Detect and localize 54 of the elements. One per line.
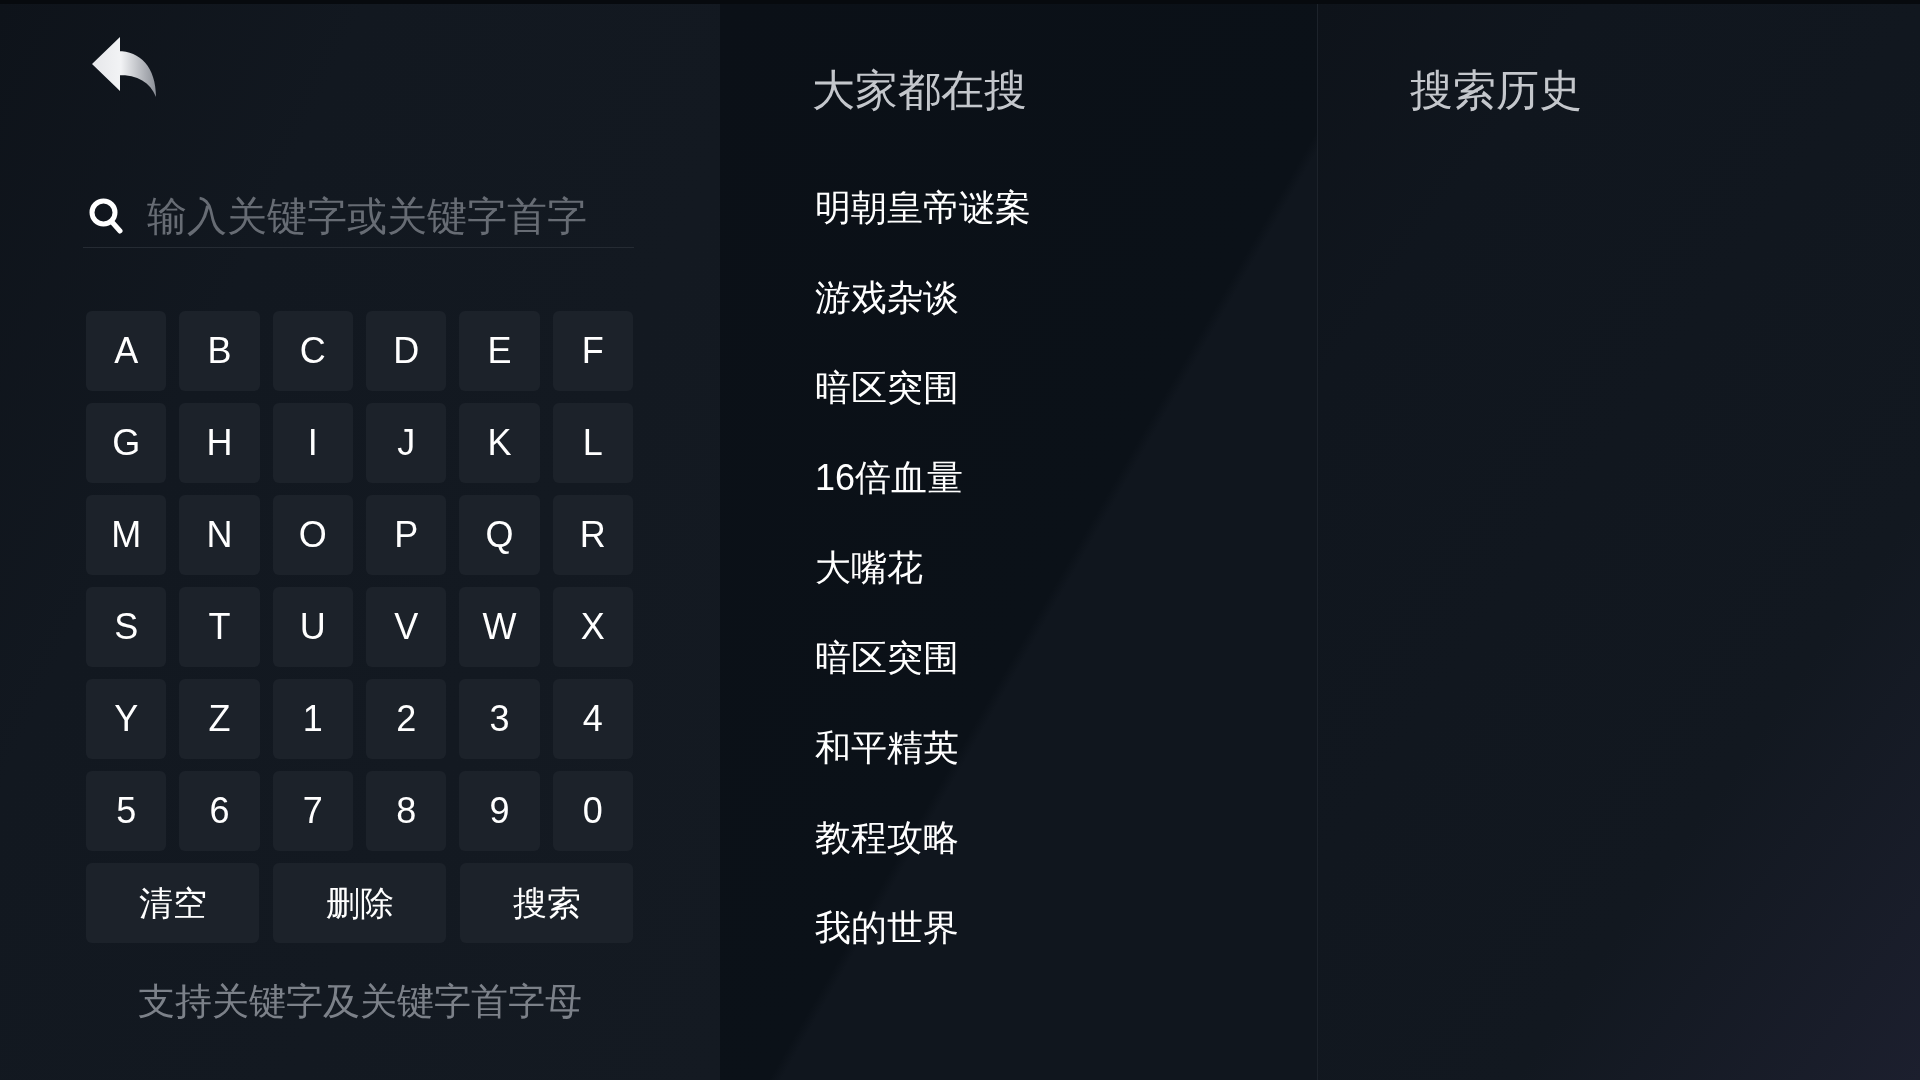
keyboard-key[interactable]: F [552, 311, 633, 391]
keyboard-key[interactable]: 4 [552, 679, 633, 759]
keyboard-key[interactable]: 2 [366, 679, 447, 759]
keyboard-key[interactable]: G [86, 403, 167, 483]
keyboard-key[interactable]: L [552, 403, 633, 483]
keyboard-key[interactable]: W [459, 587, 540, 667]
search-suggestion[interactable]: 和平精英 [815, 726, 959, 770]
keyboard-key[interactable]: T [179, 587, 260, 667]
hint-text: 支持关键字及关键字首字母 [137, 980, 582, 1024]
search-button[interactable]: 搜索 [460, 863, 633, 943]
keyboard-key[interactable]: I [272, 403, 353, 483]
keyboard-key[interactable]: K [459, 403, 540, 483]
keyboard-key[interactable]: 9 [459, 771, 540, 851]
back-arrow-icon[interactable] [92, 37, 158, 97]
keyboard-key[interactable]: Q [459, 495, 540, 575]
keyboard-key[interactable]: 6 [179, 771, 260, 851]
keyboard-key[interactable]: 0 [552, 771, 633, 851]
keyboard-key[interactable]: A [86, 311, 167, 391]
keyboard-key[interactable]: O [272, 495, 353, 575]
keyboard-key[interactable]: 5 [86, 771, 167, 851]
keyboard-key[interactable]: H [179, 403, 260, 483]
keyboard-key[interactable]: U [272, 587, 353, 667]
keyboard-key[interactable]: R [552, 495, 633, 575]
keyboard-key[interactable]: V [366, 587, 447, 667]
keyboard-key[interactable]: S [86, 587, 167, 667]
keyboard-key[interactable]: 3 [459, 679, 540, 759]
keyboard-key[interactable]: E [459, 311, 540, 391]
keyboard-key[interactable]: D [366, 311, 447, 391]
delete-button[interactable]: 删除 [273, 863, 446, 943]
search-suggestion[interactable]: 暗区突围 [815, 366, 959, 410]
keyboard-key[interactable]: Z [179, 679, 260, 759]
section-title: 大家都在搜 [812, 65, 1027, 115]
search-suggestion[interactable]: 游戏杂谈 [815, 276, 959, 320]
keyboard-key[interactable]: B [179, 311, 260, 391]
keyboard-key[interactable]: 1 [272, 679, 353, 759]
keyboard-key[interactable]: Y [86, 679, 167, 759]
search-suggestion[interactable]: 明朝皇帝谜案 [815, 186, 1031, 230]
keyboard-key[interactable]: X [552, 587, 633, 667]
keyboard-key[interactable]: C [272, 311, 353, 391]
keyboard-key[interactable]: M [86, 495, 167, 575]
search-suggestion[interactable]: 暗区突围 [815, 636, 959, 680]
search-suggestion[interactable]: 大嘴花 [815, 546, 923, 590]
keyboard-key[interactable]: J [366, 403, 447, 483]
search-icon [89, 197, 123, 234]
search-suggestion[interactable]: 教程攻略 [815, 816, 959, 860]
keyboard-key[interactable]: N [179, 495, 260, 575]
search-field[interactable]: 输入关键字或关键字首字 [83, 184, 634, 248]
search-suggestion[interactable]: 我的世界 [815, 906, 959, 950]
keyboard-key[interactable]: 8 [366, 771, 447, 851]
keyboard-key[interactable]: 7 [272, 771, 353, 851]
search-suggestion[interactable]: 16倍血量 [815, 456, 964, 500]
section-title: 搜索历史 [1410, 65, 1582, 115]
clear-button[interactable]: 清空 [86, 863, 259, 943]
keyboard-key[interactable]: P [366, 495, 447, 575]
